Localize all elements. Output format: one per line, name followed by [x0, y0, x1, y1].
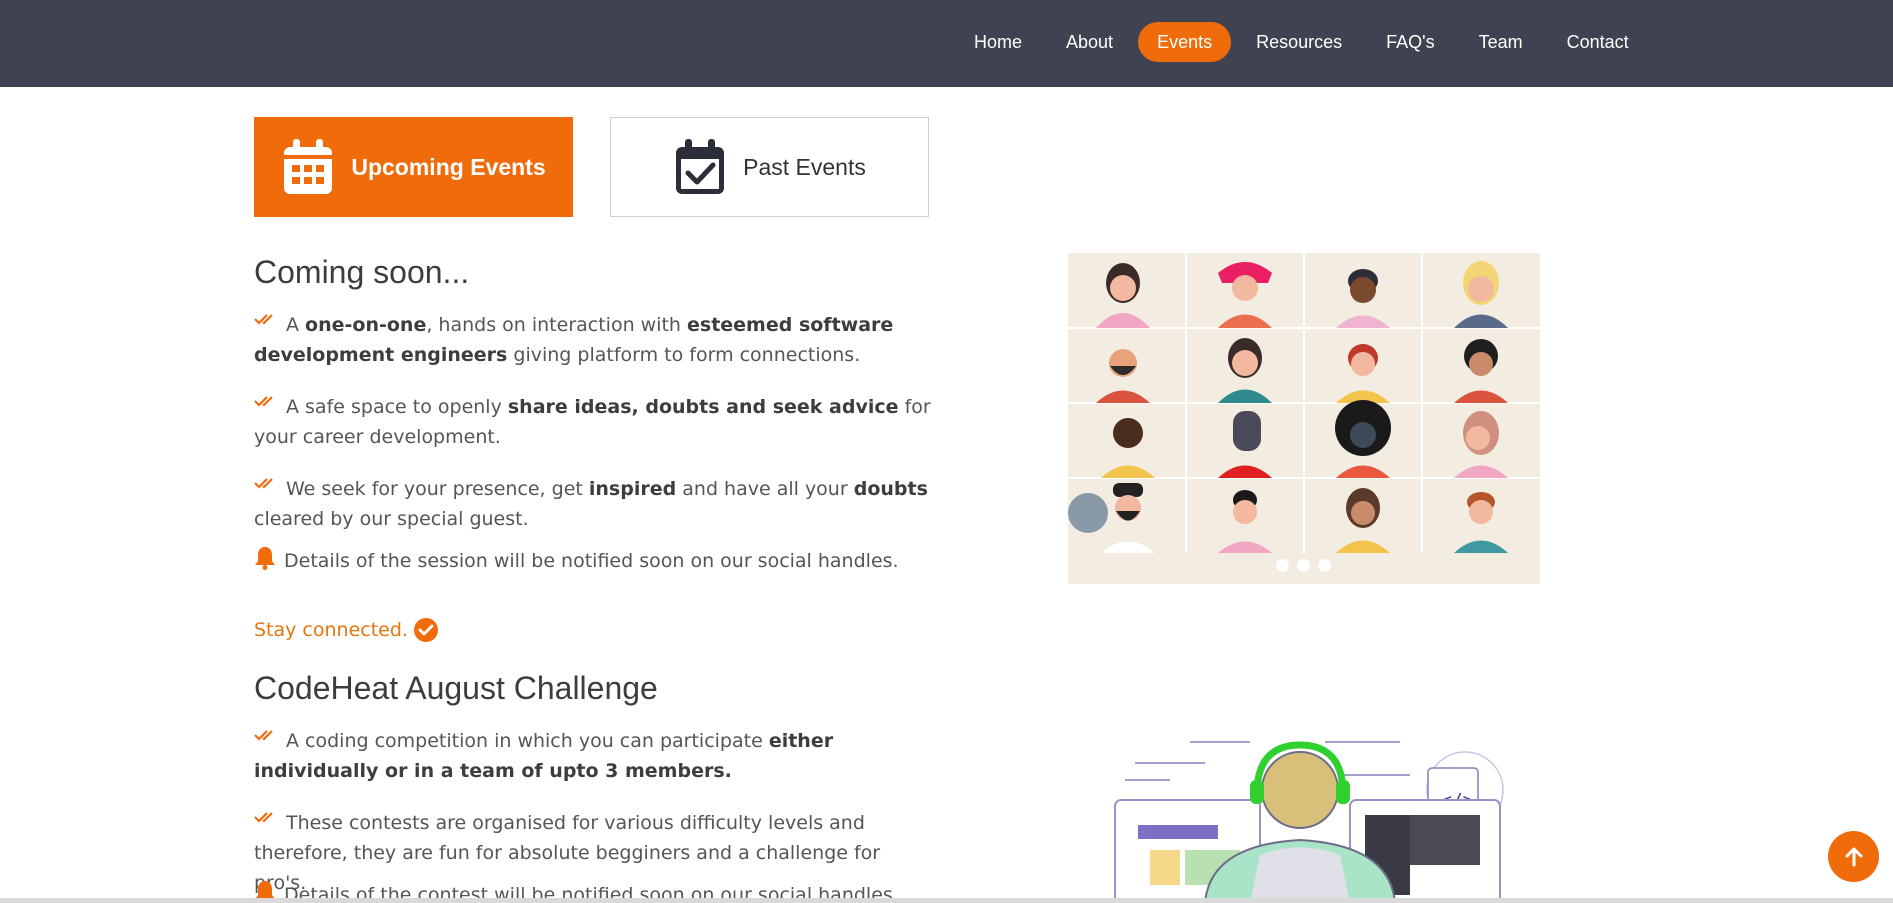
double-check-icon — [254, 314, 273, 325]
nav-home[interactable]: Home — [955, 22, 1041, 62]
developer-illustration: </> — [1110, 730, 1530, 903]
carousel-dot[interactable] — [1297, 559, 1310, 572]
tab-past-events[interactable]: Past Events — [610, 117, 929, 217]
check-circle-icon — [413, 618, 438, 642]
tab-past-label: Past Events — [743, 153, 866, 180]
codeheat-item-1: A coding competition in which you can pa… — [254, 730, 834, 782]
navbar: Home About Events Resources FAQ's Team C… — [0, 0, 1893, 87]
nav-contact[interactable]: Contact — [1548, 22, 1648, 62]
tab-upcoming-label: Upcoming Events — [351, 153, 546, 180]
double-check-icon — [254, 730, 273, 741]
coming-soon-item-4: Details of the session will be notified … — [254, 546, 934, 576]
double-check-icon — [254, 478, 273, 489]
video-call-grid — [1068, 253, 1540, 584]
nav-events[interactable]: Events — [1138, 22, 1232, 62]
coder-at-desk-image: </> — [1114, 741, 1504, 903]
tab-upcoming-events[interactable]: Upcoming Events — [254, 117, 573, 217]
carousel-dot[interactable] — [1276, 559, 1289, 572]
scroll-to-top-button[interactable] — [1828, 831, 1879, 882]
double-check-icon — [254, 396, 273, 407]
calendar-icon — [284, 139, 333, 194]
arrow-up-icon — [1845, 847, 1862, 866]
nav-team[interactable]: Team — [1460, 22, 1542, 62]
coming-soon-item-1: A one-on-one, hands on interaction with … — [254, 314, 894, 366]
bell-icon — [255, 547, 275, 570]
carousel-dots — [1276, 559, 1331, 572]
calendar-check-icon — [676, 139, 725, 194]
horizontal-scrollbar[interactable] — [0, 898, 1893, 903]
double-check-icon — [254, 812, 273, 823]
codeheat-title: CodeHeat August Challenge — [254, 670, 658, 706]
video-call-illustration — [1068, 253, 1540, 584]
nav-menu: Home About Events Resources FAQ's Team C… — [955, 22, 1654, 62]
nav-faqs[interactable]: FAQ's — [1367, 22, 1453, 62]
nav-about[interactable]: About — [1047, 22, 1132, 62]
nav-resources[interactable]: Resources — [1237, 22, 1361, 62]
coming-soon-item-2: A safe space to openly share ideas, doub… — [254, 396, 931, 448]
stay-connected: Stay connected. — [254, 618, 438, 642]
carousel-dot[interactable] — [1318, 559, 1331, 572]
coming-soon-item-3: We seek for your presence, get inspired … — [254, 478, 928, 530]
coming-soon-title: Coming soon... — [254, 254, 470, 290]
